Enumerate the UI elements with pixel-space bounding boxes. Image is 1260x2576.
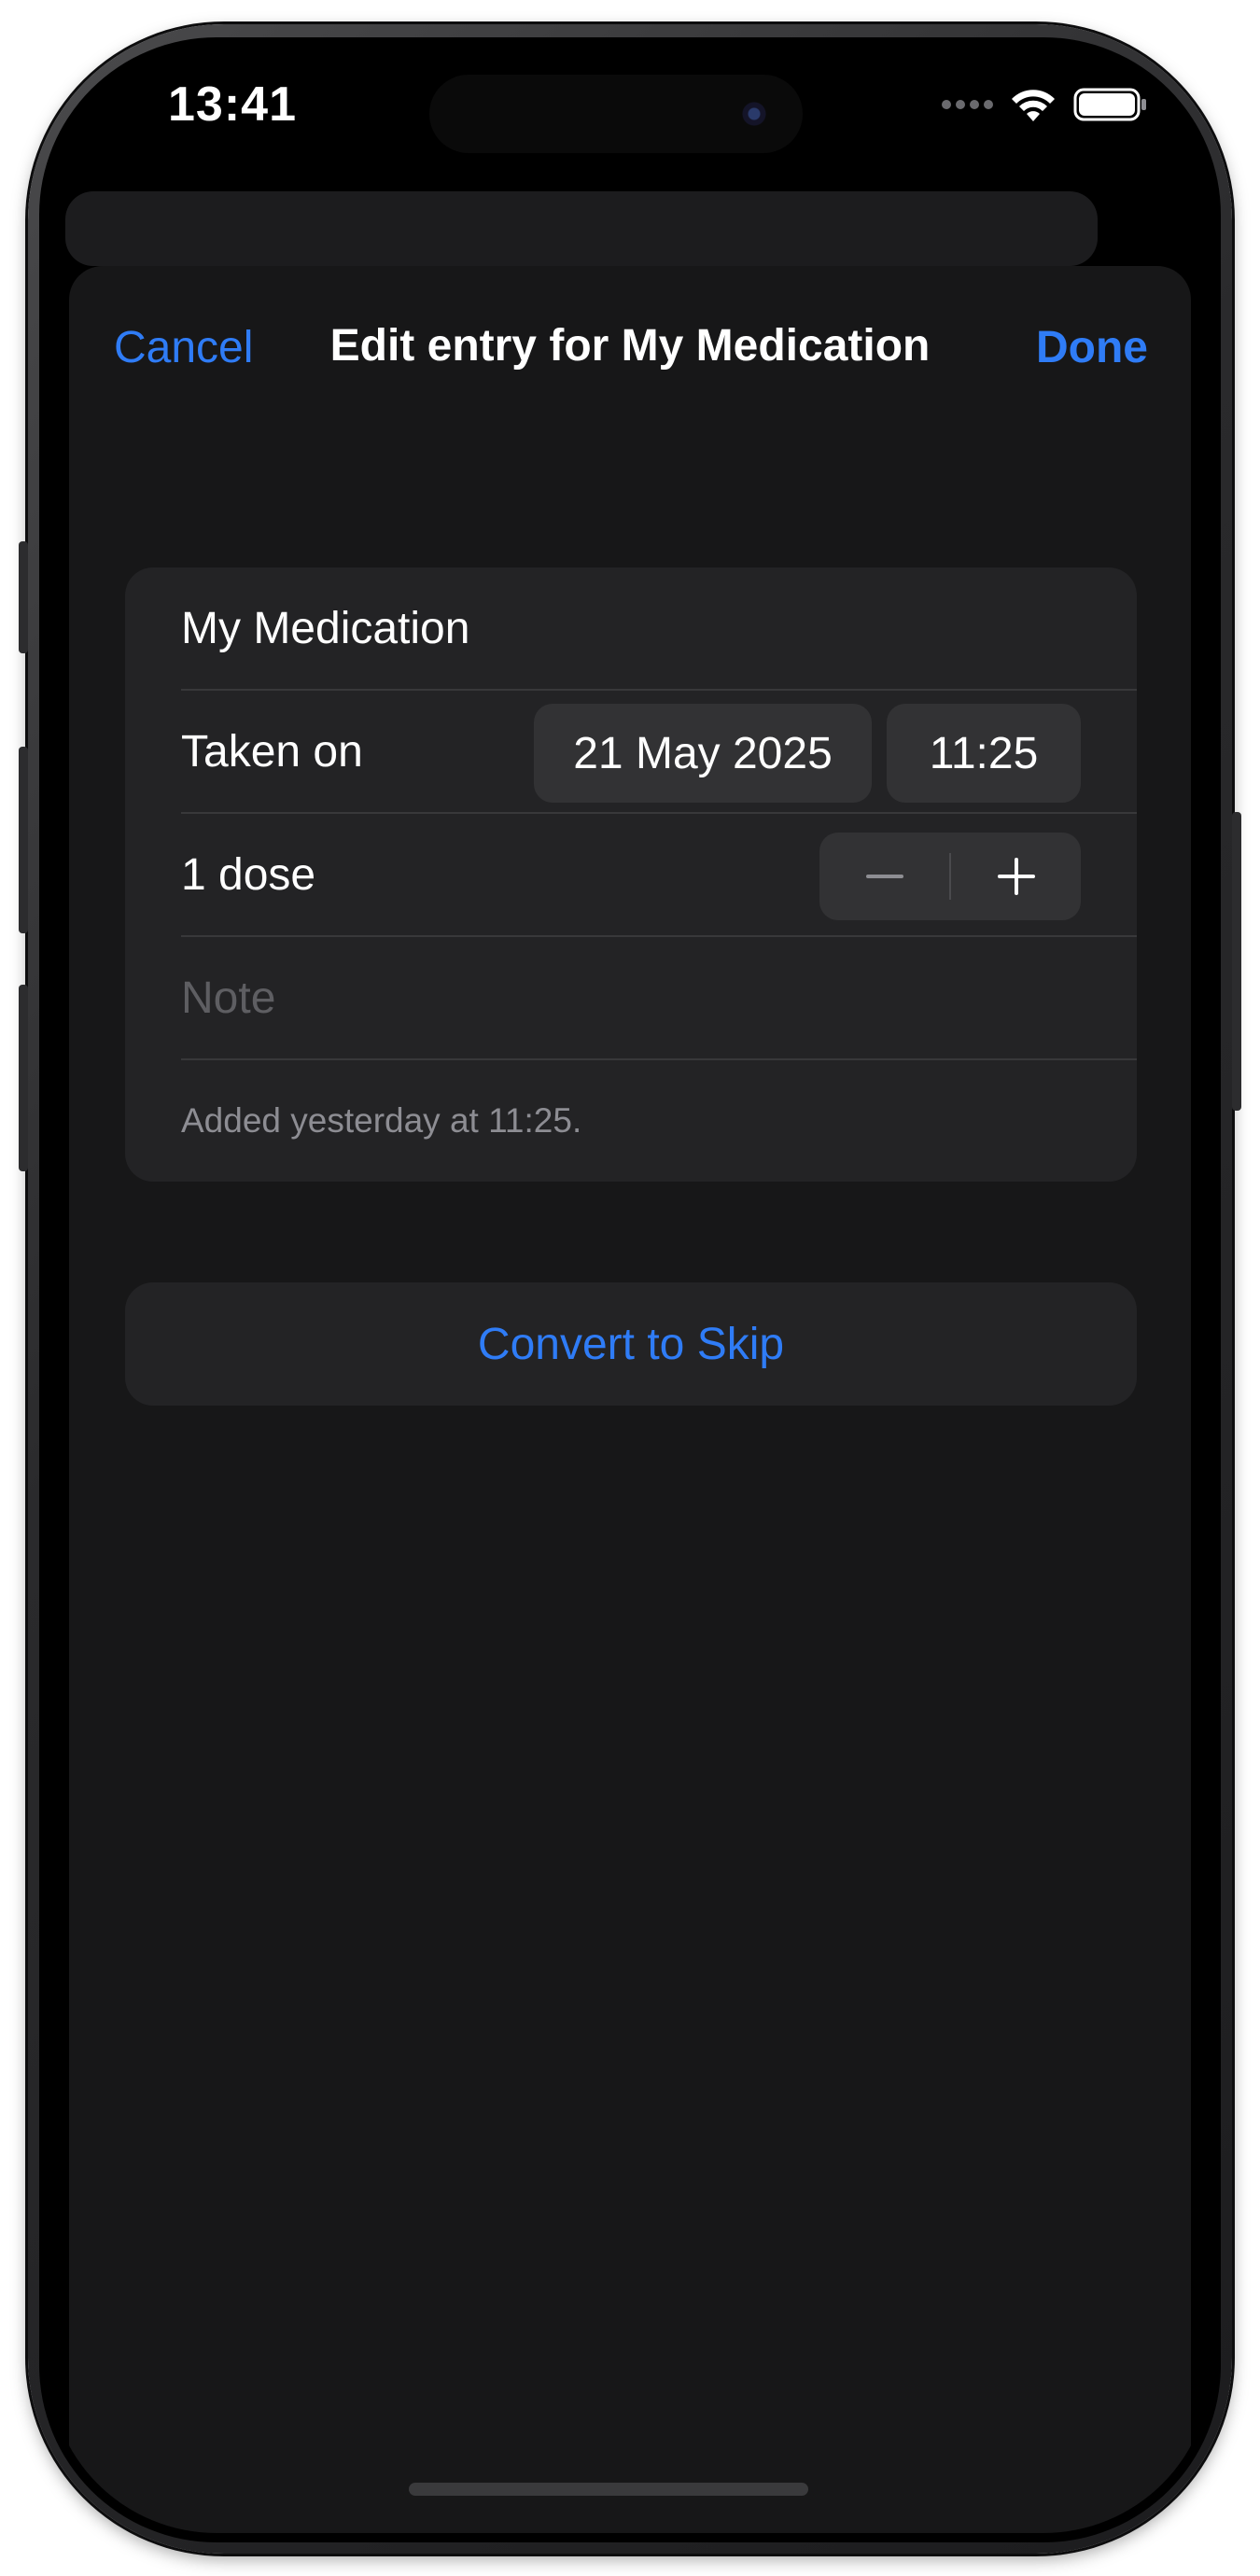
medication-name-row: My Medication xyxy=(181,567,1137,691)
decrement-dose-button[interactable] xyxy=(819,833,949,920)
background-card xyxy=(65,191,1098,266)
note-row[interactable]: Note xyxy=(181,937,1137,1060)
wifi-icon xyxy=(1012,90,1055,121)
plus-icon xyxy=(997,858,1035,895)
taken-on-row: Taken on 21 May 2025 11:25 xyxy=(181,691,1137,814)
date-picker-button[interactable]: 21 May 2025 xyxy=(534,704,872,803)
time-picker-button[interactable]: 11:25 xyxy=(887,704,1081,803)
camera-icon xyxy=(737,97,771,131)
home-indicator[interactable] xyxy=(409,2483,808,2496)
medication-name: My Medication xyxy=(181,603,470,653)
volume-up-button xyxy=(19,747,28,933)
volume-down-button xyxy=(19,985,28,1171)
dynamic-island xyxy=(429,75,803,153)
status-time: 13:41 xyxy=(168,77,297,132)
dose-count-label: 1 dose xyxy=(181,849,316,900)
entry-footer: Added yesterday at 11:25. xyxy=(181,1060,1137,1182)
minus-icon xyxy=(865,875,903,878)
cellular-signal-icon xyxy=(942,100,993,109)
battery-icon xyxy=(1073,88,1146,121)
convert-to-skip-label: Convert to Skip xyxy=(477,1319,785,1369)
dose-row: 1 dose xyxy=(181,814,1137,937)
done-button[interactable]: Done xyxy=(1036,322,1148,373)
taken-on-label: Taken on xyxy=(181,726,363,777)
sheet-title: Edit entry for My Medication xyxy=(329,321,931,371)
convert-to-skip-button[interactable]: Convert to Skip xyxy=(125,1282,1137,1406)
screen: 13:41 Cancel Edit entry for My Medicatio… xyxy=(49,47,1211,2533)
entry-details-group: My Medication Taken on 21 May 2025 11:25… xyxy=(125,567,1137,1182)
status-icons xyxy=(942,86,1148,123)
action-button xyxy=(19,541,28,653)
note-input[interactable]: Note xyxy=(181,973,275,1024)
increment-dose-button[interactable] xyxy=(951,833,1081,920)
power-button xyxy=(1232,812,1241,1111)
added-timestamp: Added yesterday at 11:25. xyxy=(181,1101,582,1140)
edit-entry-sheet: Cancel Edit entry for My Medication Done… xyxy=(69,266,1191,2533)
dose-stepper xyxy=(819,833,1081,920)
